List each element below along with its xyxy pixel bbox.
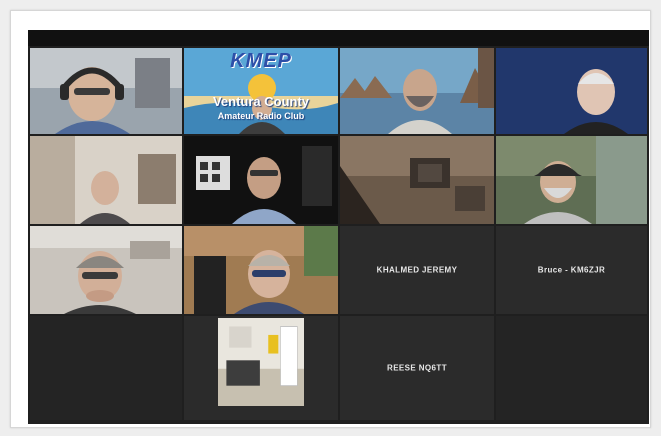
empty-grid-cell (30, 316, 182, 420)
meeting-window: KMEP Ventura County Amateur Radio Club K… (28, 30, 649, 424)
participant-name: Bruce - KM6ZJR (537, 265, 606, 275)
participant-video (30, 136, 182, 224)
video-tile-participant-1[interactable] (30, 48, 182, 134)
video-tile-participant-3[interactable] (340, 48, 494, 134)
video-tile-participant-10[interactable] (184, 226, 338, 314)
club-banner-line-1: Ventura County (212, 94, 310, 109)
video-tile-participant-6[interactable] (184, 136, 338, 224)
participant-video (340, 48, 494, 134)
participant-video (184, 136, 338, 224)
participant-video (30, 226, 182, 314)
video-tile-participant-2[interactable]: KMEP Ventura County Amateur Radio Club (184, 48, 338, 134)
participant-video (496, 48, 647, 134)
window-top-bar (28, 30, 649, 46)
video-tile-participant-8[interactable] (496, 136, 647, 224)
participant-video (30, 48, 182, 134)
empty-grid-cell (496, 316, 647, 420)
video-tile-participant-14[interactable]: REESE NQ6TT (340, 316, 494, 420)
participant-video (218, 318, 304, 406)
gallery-grid: KMEP Ventura County Amateur Radio Club K… (28, 46, 649, 422)
video-tile-participant-12[interactable]: Bruce - KM6ZJR (496, 226, 647, 314)
participant-name: REESE NQ6TT (387, 363, 447, 373)
participant-video (184, 226, 338, 314)
video-tile-participant-4[interactable] (496, 48, 647, 134)
participant-video (496, 136, 647, 224)
video-tile-participant-13[interactable] (184, 316, 338, 420)
club-banner-line-2: Amateur Radio Club (217, 111, 305, 121)
participant-name: KHALMED JEREMY (376, 265, 458, 275)
video-tile-participant-9[interactable] (30, 226, 182, 314)
club-logo-text: KMEP (230, 50, 292, 72)
video-tile-participant-7[interactable] (340, 136, 494, 224)
video-tile-participant-11[interactable]: KHALMED JEREMY (340, 226, 494, 314)
participant-video (340, 136, 494, 224)
video-tile-participant-5[interactable] (30, 136, 182, 224)
